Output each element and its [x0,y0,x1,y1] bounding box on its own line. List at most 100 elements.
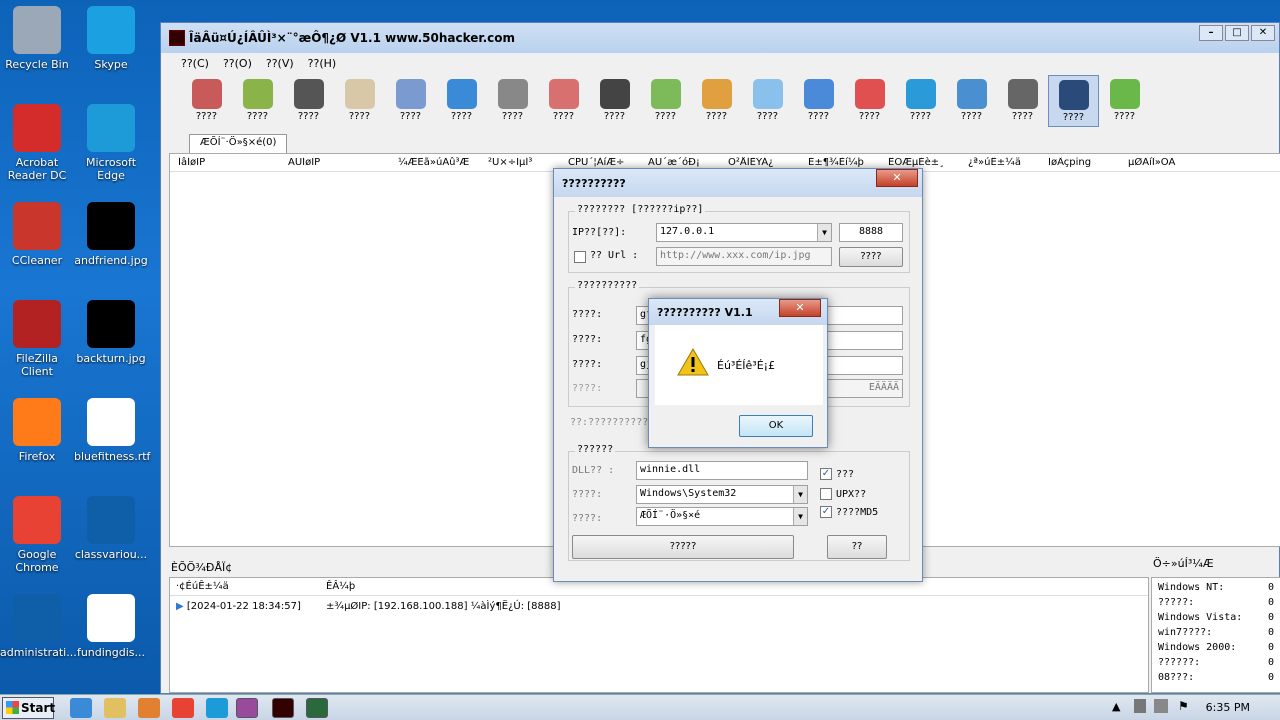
column-header[interactable]: É±¶¾Èí¼þ [800,157,880,168]
column-header[interactable]: ÍøÂçping [1040,157,1120,168]
desktop-icon[interactable]: Skype [74,6,148,71]
toolbar-button[interactable]: ???? [589,75,640,127]
expand-icon: ▶ [176,600,184,612]
remote-control-app-icon[interactable] [272,698,294,718]
toolbar-tool-icon [191,79,222,109]
install-dir-select[interactable]: Windows\System32 ▼ [636,485,808,504]
desktop-icon[interactable]: Recycle Bin [0,6,74,71]
app-icon [169,30,185,46]
desktop-icon[interactable]: bluefitness.rtf [74,398,150,463]
toolbar-button[interactable]: ???? [181,75,232,127]
stat-row: Windows Vista: 0 [1158,612,1274,623]
title-bar[interactable]: ÎäÂü¤Ú¿ÍÂÛÌ³×¨°æÔ¶¿Ø V1.1 www.50hacker.c… [161,23,1279,53]
generate-button[interactable]: ????? [572,535,794,559]
tab-group[interactable]: ÆÕÍ¨·Ö»§×é(0) [189,134,288,154]
column-header[interactable]: ¿ª»úÊ±¼ä [960,157,1040,168]
close-button[interactable]: ✕ [1251,25,1275,41]
toolbar-tool-icon [344,79,375,109]
ok-button[interactable]: OK [739,415,813,437]
tray-device-icon[interactable] [1134,699,1146,713]
column-header[interactable]: ²Ù×÷ÏµÍ³ [480,157,560,168]
desktop-icon[interactable]: Google Chrome [0,496,74,574]
toolbar-button[interactable]: ???? [895,75,946,127]
toolbar-tool-icon [752,79,783,109]
toolbar-button[interactable]: ???? [1099,75,1150,127]
toolbar-button[interactable]: ???? [793,75,844,127]
option-checkbox[interactable]: ✓ [820,468,832,480]
url-checkbox[interactable] [574,251,586,263]
desktop-icon[interactable]: Microsoft Edge [74,104,148,182]
desktop-icon[interactable]: fundingdis... [74,594,148,659]
clock[interactable]: 6:35 PM [1206,701,1250,714]
port-input[interactable]: 8888 [839,223,903,242]
toolbar-tool-icon [548,79,579,109]
toolbar-button[interactable]: ???? [334,75,385,127]
ip-input[interactable]: 127.0.0.1 ▼ [656,223,832,242]
url-button[interactable]: ???? [839,247,903,267]
explorer-icon[interactable] [104,698,126,718]
toolbar-button[interactable]: ???? [946,75,997,127]
column-header[interactable]: CPU´¦ÀíÆ÷ [560,157,640,168]
toolbar-button[interactable]: ???? [1048,75,1099,127]
log-row[interactable]: ▶ [2024-01-22 18:34:57] ±¾µØIP: [192.168… [170,596,1148,616]
dialog-close-button[interactable]: ✕ [876,169,918,187]
desktop-icon[interactable]: andfriend.jpg [74,202,148,267]
winrar-icon[interactable] [236,698,258,718]
desktop-icon[interactable]: Acrobat Reader DC [0,104,74,182]
menu-item[interactable]: ??(H) [308,57,337,70]
stat-row: win7????: 0 [1158,627,1274,638]
stat-row: ??????: 0 [1158,657,1274,668]
tray-arrow-icon[interactable]: ▲ [1112,700,1120,713]
group-select[interactable]: ÆÕÍ¨·Ö»§×é ▼ [636,507,808,526]
desktop-icon[interactable]: backturn.jpg [74,300,148,365]
start-button[interactable]: Start [2,697,55,719]
md5-checkbox[interactable]: ✓ [820,506,832,518]
edge-icon[interactable] [206,698,228,718]
toolbar-button[interactable]: ???? [742,75,793,127]
desktop-icon[interactable]: classvariou... [74,496,148,561]
menu-bar: ??(C) ??(O) ??(V) ??(H) [161,53,1279,73]
flag-icon[interactable]: ⚑ [1178,699,1189,713]
toolbar-button[interactable]: ???? [436,75,487,127]
toolbar-tool-icon [1109,79,1140,109]
desktop-app-icon [87,6,135,54]
menu-item[interactable]: ??(O) [223,57,252,70]
column-header[interactable]: ÄÚ´æ´óÐ¡ [640,157,720,168]
desktop-app-icon [13,496,61,544]
menu-item[interactable]: ??(V) [266,57,294,70]
desktop-icon[interactable]: Firefox [0,398,74,463]
column-header[interactable]: Ó²ÅÌÈÝÁ¿ [720,157,800,168]
url-input[interactable]: http://www.xxx.com/ip.jpg [656,247,832,266]
upx-checkbox[interactable] [820,488,832,500]
ie-icon[interactable] [70,698,92,718]
toolbar-button[interactable]: ???? [283,75,334,127]
column-header[interactable]: ¼ÆËã»úÃû³Æ [390,157,480,168]
column-header[interactable]: ÍâÍøIP [170,157,280,168]
toolbar-button[interactable]: ???? [997,75,1048,127]
chrome-icon[interactable] [172,698,194,718]
cmd-icon[interactable] [306,698,328,718]
dialog-close-action-button[interactable]: ?? [827,535,887,559]
toolbar-button[interactable]: ???? [385,75,436,127]
desktop-icon[interactable]: CCleaner [0,202,74,267]
maximize-button[interactable]: □ [1225,25,1249,41]
dll-name-input[interactable]: winnie.dll [636,461,808,480]
media-player-icon[interactable] [138,698,160,718]
menu-item[interactable]: ??(C) [181,57,209,70]
toolbar-button[interactable]: ???? [640,75,691,127]
minimize-button[interactable]: – [1199,25,1223,41]
dialog-title-bar[interactable]: ?????????? [554,169,922,197]
toolbar-button[interactable]: ???? [691,75,742,127]
column-header[interactable]: ÄÚÍøIP [280,157,390,168]
toolbar-button[interactable]: ???? [538,75,589,127]
toolbar-button[interactable]: ???? [232,75,283,127]
desktop-icon[interactable]: FileZilla Client [0,300,74,378]
column-header[interactable]: µØÀíÎ»ÖÃ [1120,157,1210,168]
toolbar-button[interactable]: ???? [487,75,538,127]
column-header[interactable]: ÊÓÆµÉè±¸ [880,157,960,168]
network-icon[interactable] [1154,699,1168,713]
toolbar-button[interactable]: ???? [844,75,895,127]
desktop-icon[interactable]: administrati... [0,594,77,659]
toolbar-tool-icon [854,79,885,109]
message-close-button[interactable]: ✕ [779,299,821,317]
